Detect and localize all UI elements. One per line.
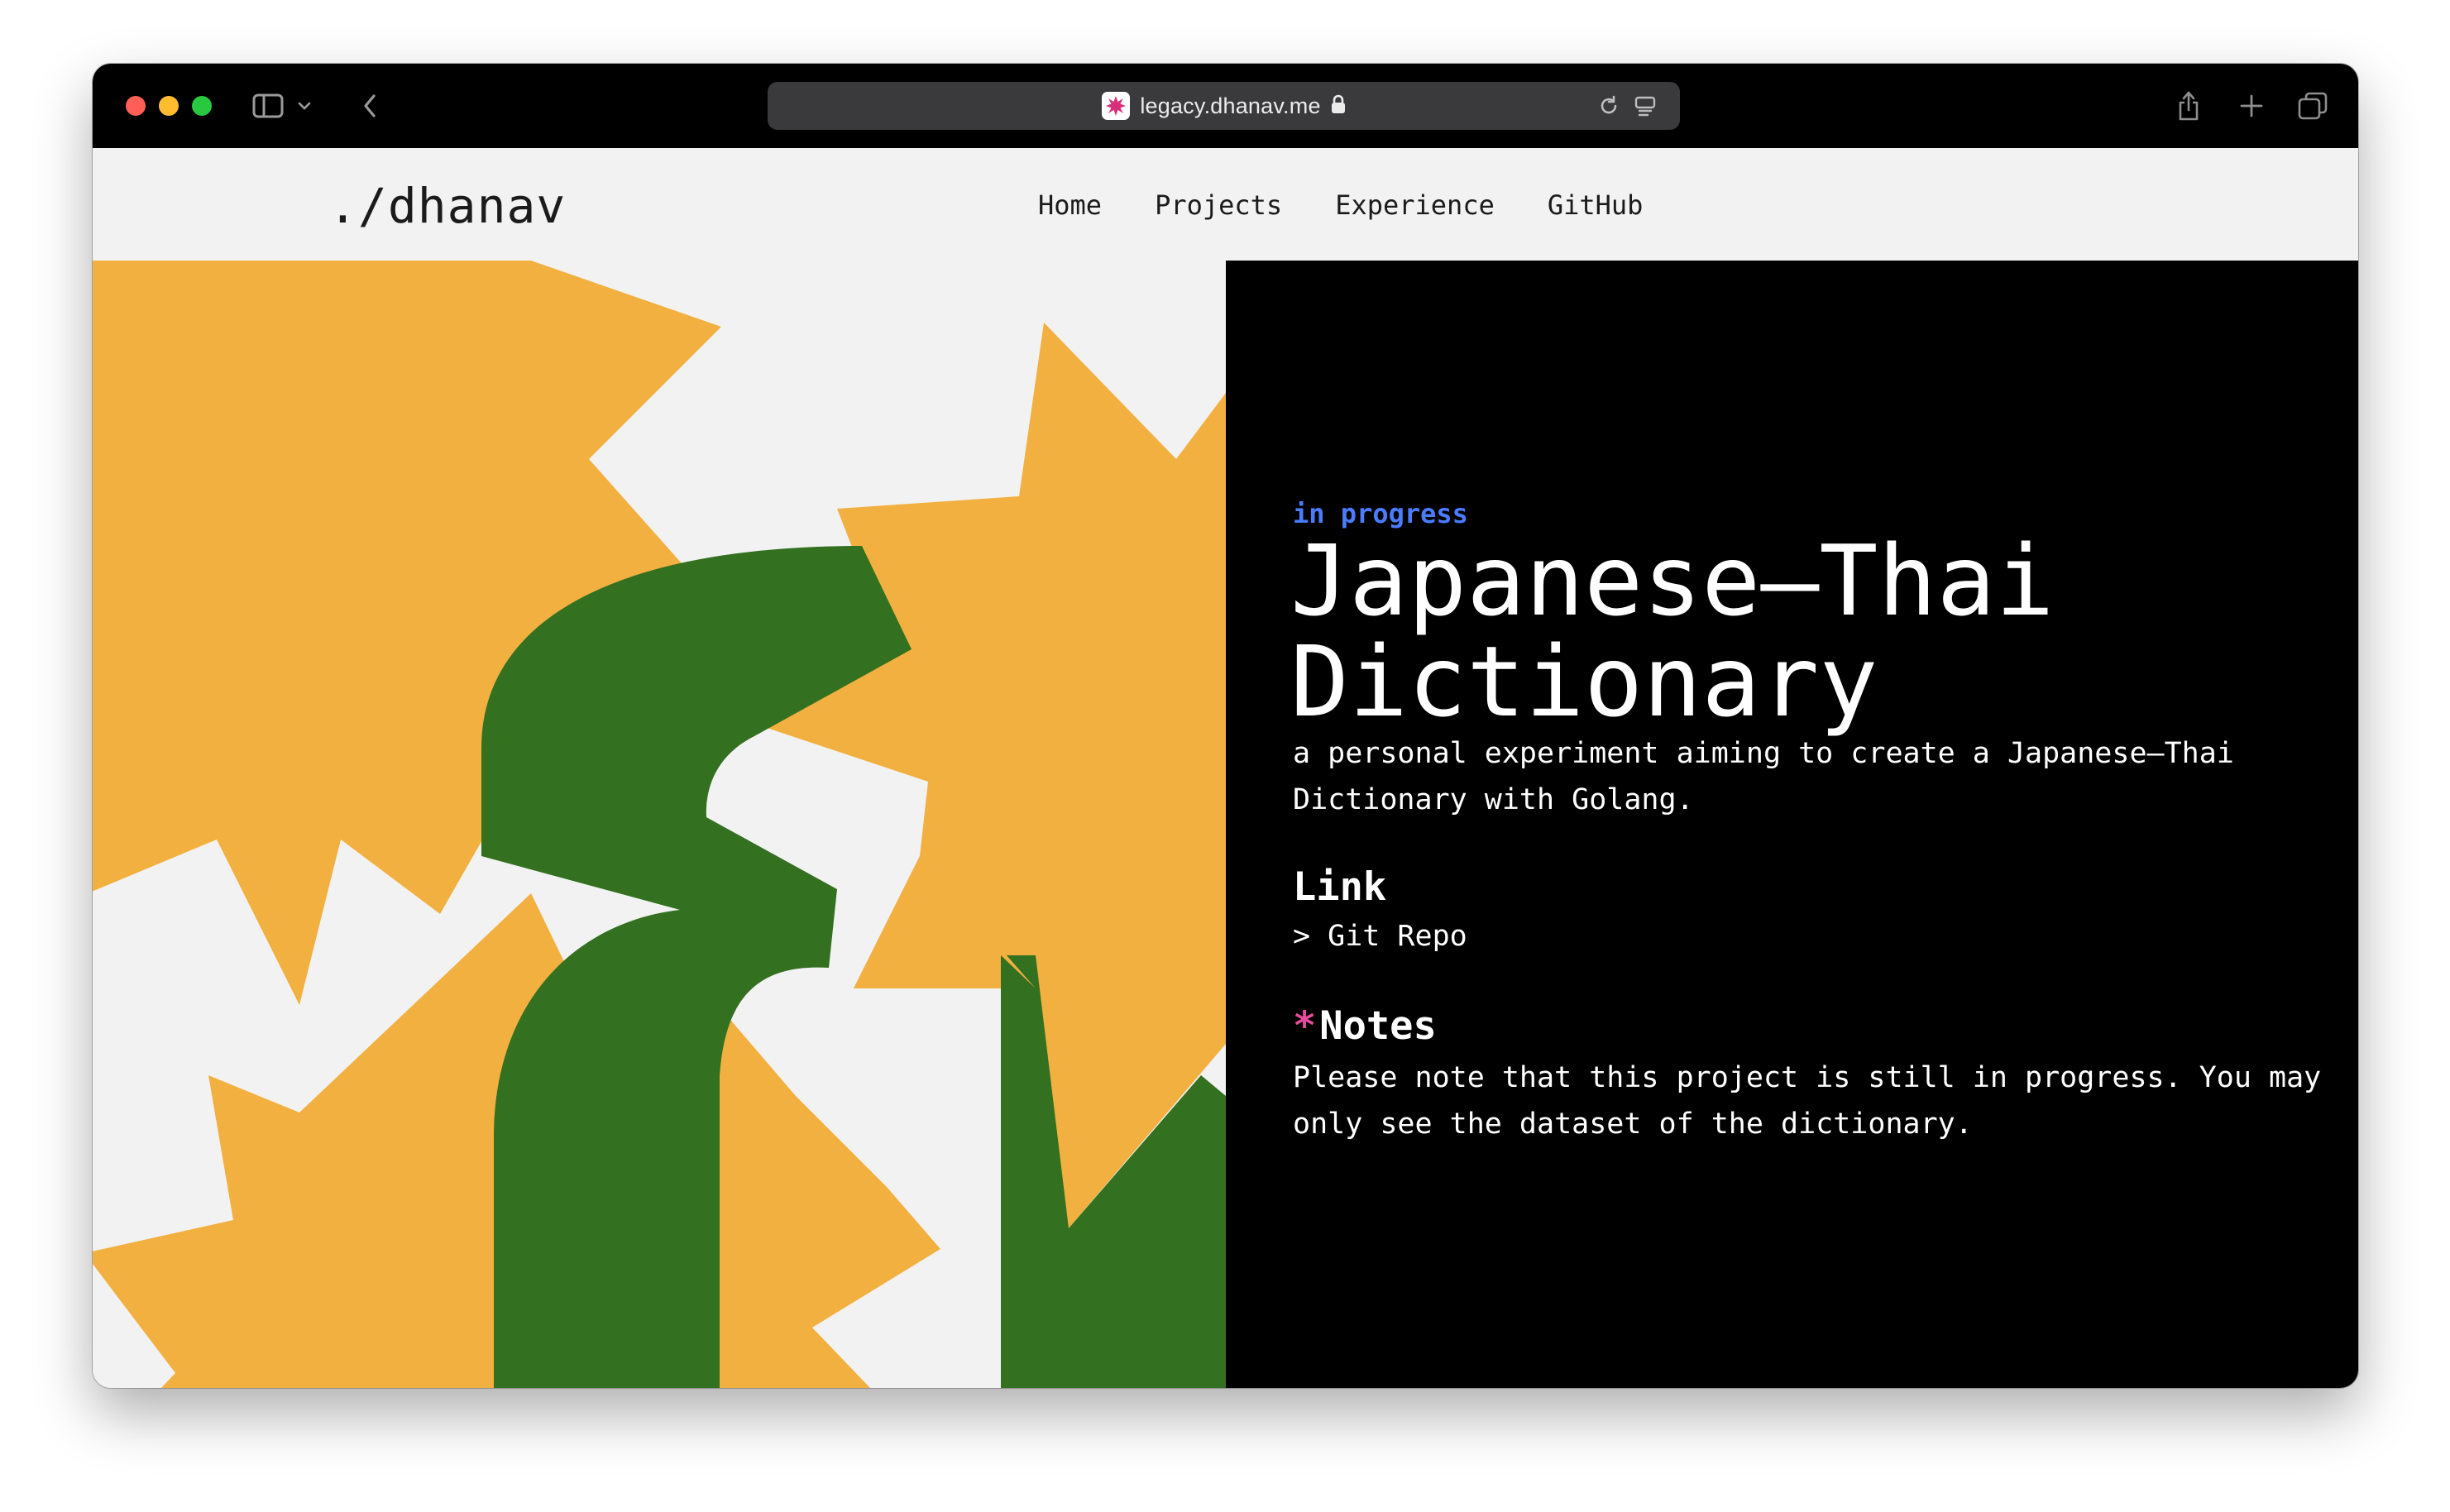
nav-github[interactable]: GitHub [1548, 189, 1644, 221]
asterisk-icon: * [1293, 1003, 1317, 1049]
nav-home[interactable]: Home [1038, 189, 1102, 221]
main-nav: Home Projects Experience GitHub [1038, 189, 1643, 221]
site-favicon-icon [1102, 92, 1131, 120]
close-window-button[interactable] [126, 96, 146, 116]
reader-icon[interactable] [1631, 82, 1659, 130]
minimize-window-button[interactable] [159, 96, 179, 116]
browser-toolbar: legacy.dhanav.me [93, 64, 2358, 148]
share-icon[interactable] [2172, 64, 2205, 148]
nav-experience[interactable]: Experience [1335, 189, 1495, 221]
lock-icon [1331, 94, 1346, 118]
chevron-down-icon[interactable] [294, 64, 314, 148]
link-heading: Link [1293, 864, 1387, 910]
maximize-window-button[interactable] [192, 96, 212, 116]
reload-icon[interactable] [1595, 82, 1623, 130]
address-bar[interactable]: legacy.dhanav.me [768, 82, 1680, 130]
browser-window: legacy.dhanav.me ./dhanav Home Projects … [93, 64, 2358, 1388]
tab-overview-icon[interactable] [2294, 64, 2331, 148]
star-shape [754, 323, 1226, 1228]
notes-heading-label: Notes [1319, 1003, 1437, 1049]
notes-heading: * Notes [1293, 1003, 1437, 1049]
hero-illustration [93, 261, 1226, 1388]
project-description: a personal experiment aiming to create a… [1293, 737, 2234, 816]
page-title: Japanese—Thai Dictionary [1290, 524, 2055, 739]
project-panel: in progress Japanese—Thai Dictionary a p… [1226, 261, 2358, 1388]
site-logo[interactable]: ./dhanav [328, 178, 566, 234]
git-repo-link[interactable]: > Git Repo [1293, 920, 1467, 953]
notes-text: Please note that this project is still i… [1293, 1061, 2322, 1141]
sidebar-icon[interactable] [250, 64, 286, 148]
plus-icon[interactable] [2235, 64, 2268, 148]
nav-projects[interactable]: Projects [1155, 189, 1282, 221]
site-header: ./dhanav Home Projects Experience GitHub [93, 148, 2358, 261]
back-arrow-icon[interactable] [357, 64, 382, 148]
url-text: legacy.dhanav.me [1140, 93, 1321, 118]
